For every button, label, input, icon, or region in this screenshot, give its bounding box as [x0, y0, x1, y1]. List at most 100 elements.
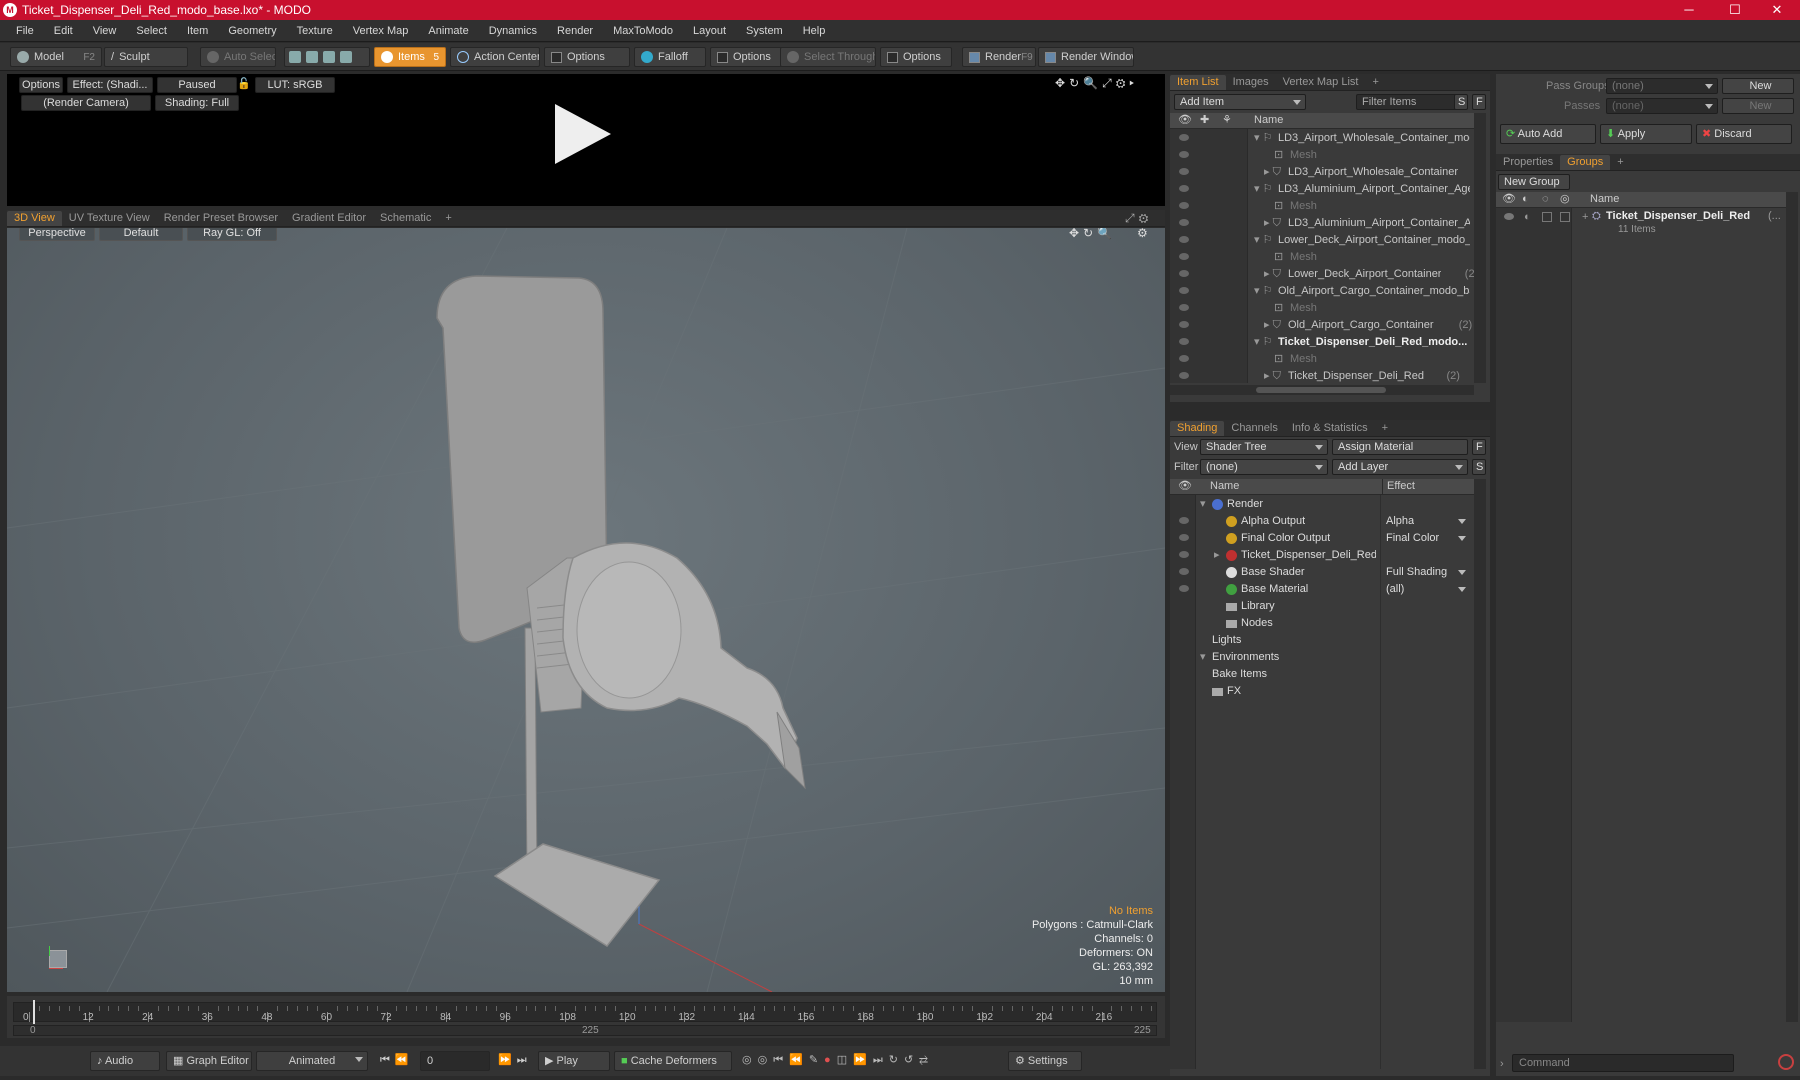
maximize-button[interactable]: ☐	[1712, 0, 1758, 20]
eye-icon[interactable]	[1179, 168, 1189, 175]
add-tab-button[interactable]: +	[438, 211, 458, 226]
passes-dropdown[interactable]: (none)	[1606, 98, 1718, 114]
tab-vertex-map-list[interactable]: Vertex Map List	[1276, 75, 1366, 90]
perspective-dropdown[interactable]: Perspective	[19, 228, 95, 241]
graph-editor-button[interactable]: ▦ Graph Editor	[166, 1051, 252, 1071]
timeline[interactable]: 0 225 225 0 12 24 36 48 60 72 84 96 108 120 132 144 1…	[7, 996, 1165, 1038]
name-column-header[interactable]: Name	[1254, 113, 1283, 128]
shader-tree-row[interactable]: Nodes	[1170, 615, 1474, 632]
timeline-playhead[interactable]	[33, 1000, 35, 1024]
preview-effect-dropdown[interactable]: Effect: (Shadi...	[67, 77, 153, 93]
eye-icon[interactable]	[1179, 185, 1189, 192]
play-icon[interactable]	[555, 104, 611, 164]
menu-file[interactable]: File	[6, 25, 44, 37]
sculpt-mode-button[interactable]: / Sculpt	[104, 47, 188, 67]
add-tab-button[interactable]: +	[1375, 421, 1395, 436]
item-list-row[interactable]: ⊡ Mesh	[1170, 300, 1474, 317]
shader-tree-row[interactable]: Bake Items	[1170, 666, 1474, 683]
shader-effect-value[interactable]: Alpha	[1386, 513, 1414, 530]
tab-render-preset-browser[interactable]: Render Preset Browser	[157, 211, 285, 226]
menu-edit[interactable]: Edit	[44, 25, 83, 37]
eye-icon[interactable]	[1179, 304, 1189, 311]
item-list-row[interactable]: ▸ ⛉ LD3_Airport_Wholesale_Container(2)	[1170, 164, 1474, 181]
eye-icon[interactable]	[1179, 270, 1189, 277]
key-forward-icon[interactable]: ⏩	[853, 1054, 873, 1066]
default-dropdown[interactable]: Default	[99, 228, 183, 241]
zoom-view-icon[interactable]: 🔍	[1083, 76, 1102, 90]
assign-material-button[interactable]: Assign Material	[1332, 439, 1468, 455]
expand-arrow-icon[interactable]: ▾	[1200, 496, 1206, 513]
item-list-row[interactable]: ▸ ⛉ Lower_Deck_Airport_Container (2)	[1170, 266, 1474, 283]
shader-tree-row[interactable]: ▸ Ticket_Dispenser_Deli_Red...	[1170, 547, 1474, 564]
groups-scrollbar[interactable]	[1786, 192, 1798, 1022]
tab-schematic[interactable]: Schematic	[373, 211, 438, 226]
preview-shading-dropdown[interactable]: Shading: Full	[155, 95, 239, 111]
3d-viewport[interactable]: Perspective Default Ray GL: Off ✥↻🔍 ⚙ No…	[7, 228, 1165, 992]
render-button[interactable]: Render F9	[962, 47, 1036, 67]
shader-tree-row[interactable]: Library	[1170, 598, 1474, 615]
menu-animate[interactable]: Animate	[418, 25, 478, 37]
menu-texture[interactable]: Texture	[287, 25, 343, 37]
timeline-range-bar[interactable]: 0 225 225	[13, 1025, 1157, 1036]
polygons-mode-icon[interactable]	[323, 51, 335, 63]
preview-options-button[interactable]: Options	[19, 77, 63, 93]
item-list-row[interactable]: ⊡ Mesh	[1170, 351, 1474, 368]
select-through-options-button[interactable]: Options	[880, 47, 952, 67]
eye-icon[interactable]	[1179, 134, 1189, 141]
menu-select[interactable]: Select	[126, 25, 177, 37]
key-prev-icon[interactable]: ⏮	[773, 1054, 789, 1066]
menu-item[interactable]: Item	[177, 25, 218, 37]
shader-tree-row[interactable]: ▾ Render	[1170, 496, 1474, 513]
next-key-icon[interactable]: ⏩	[498, 1054, 517, 1066]
shader-tree-row[interactable]: FX	[1170, 683, 1474, 700]
ticket-dispenser-model[interactable]	[436, 275, 806, 947]
shader-tree-row[interactable]: Base Shader Full Shading	[1170, 564, 1474, 581]
sync-icon[interactable]: ⇄	[919, 1054, 934, 1066]
new-pass-group-button[interactable]: New	[1722, 78, 1794, 94]
shader-effect-column[interactable]: Effect	[1382, 479, 1415, 494]
item-list-row[interactable]: ⊡ Mesh	[1170, 249, 1474, 266]
tab-groups[interactable]: Groups	[1560, 155, 1611, 170]
move-view-icon[interactable]: ✥	[1069, 228, 1083, 240]
add-layer-dropdown[interactable]: Add Layer	[1332, 459, 1468, 475]
preview-lut-dropdown[interactable]: LUT: sRGB	[255, 77, 335, 93]
preview-paused-button[interactable]: Paused	[157, 77, 237, 93]
tab-properties[interactable]: Properties	[1496, 155, 1560, 170]
item-list-row[interactable]: ▸ ⛉ Ticket_Dispenser_Deli_Red (2)	[1170, 368, 1474, 385]
cache-deformers-button[interactable]: ■ Cache Deformers	[614, 1051, 732, 1071]
expand-arrow-icon[interactable]: ▾	[1200, 649, 1206, 666]
item-list-row[interactable]: ▸ ⛉ Old_Airport_Cargo_Container (2)	[1170, 317, 1474, 334]
zoom-view-icon[interactable]: 🔍	[1097, 228, 1116, 240]
menu-view[interactable]: View	[83, 25, 127, 37]
shader-tree-row[interactable]: Base Material (all)	[1170, 581, 1474, 598]
shader-tree-row[interactable]: Final Color Output Final Color	[1170, 530, 1474, 547]
keyframe-icon[interactable]: ◎	[758, 1054, 774, 1066]
new-pass-button[interactable]: New	[1722, 98, 1794, 114]
tab-images[interactable]: Images	[1226, 75, 1276, 90]
chevron-down-icon[interactable]	[1458, 519, 1466, 524]
loop-icon[interactable]: ↺	[904, 1054, 919, 1066]
lock-icon[interactable]: 🔓	[237, 77, 251, 93]
tab-3d-view[interactable]: 3D View	[7, 211, 62, 226]
tab-uv-texture-view[interactable]: UV Texture View	[62, 211, 157, 226]
rotate-view-icon[interactable]: ↻	[1069, 76, 1083, 90]
chevron-down-icon[interactable]	[1458, 587, 1466, 592]
shading-f-button[interactable]: F	[1472, 439, 1486, 455]
item-list-row[interactable]: ▾ ⚐ Lower_Deck_Airport_Container_modo_b.…	[1170, 232, 1474, 249]
shader-effect-value[interactable]: (all)	[1386, 581, 1404, 598]
model-mode-button[interactable]: Model F2	[10, 47, 102, 67]
shader-tree-row[interactable]: ▾ Environments	[1170, 649, 1474, 666]
eye-icon[interactable]	[1179, 151, 1189, 158]
gear-icon[interactable]: ⚙	[1139, 211, 1153, 225]
last-frame-icon[interactable]: ⏭	[517, 1054, 532, 1066]
tab-gradient-editor[interactable]: Gradient Editor	[285, 211, 373, 226]
tab-item-list[interactable]: Item List	[1170, 75, 1226, 90]
item-list-hscroll-thumb[interactable]	[1256, 387, 1386, 393]
shading-s-button[interactable]: S	[1472, 459, 1486, 475]
group-row[interactable]: ◐ + ⛭ Ticket_Dispenser_Deli_Red (... 11 …	[1496, 209, 1786, 239]
render-column-icon[interactable]: ◐	[1522, 192, 1529, 207]
shader-name-column[interactable]: Name	[1210, 479, 1239, 494]
eye-icon[interactable]	[1179, 321, 1189, 328]
menu-layout[interactable]: Layout	[683, 25, 736, 37]
visibility-column-icon[interactable]: 👁	[1178, 479, 1192, 494]
